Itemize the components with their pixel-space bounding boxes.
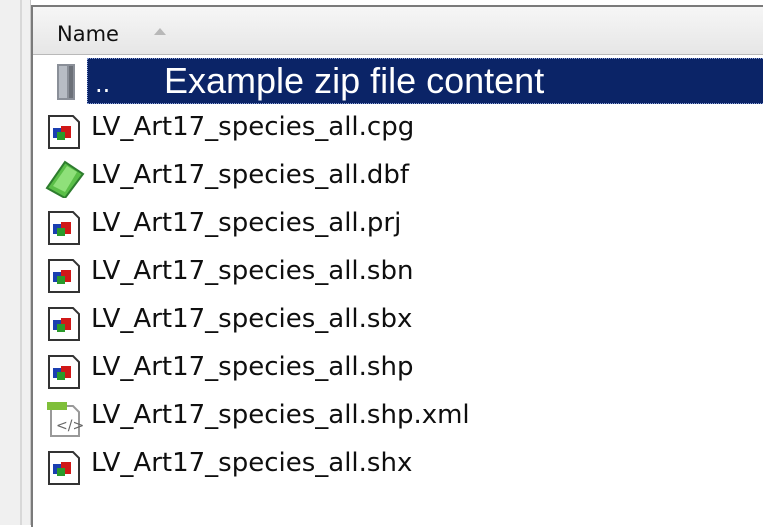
file-name: LV_Art17_species_all.shx	[91, 448, 413, 478]
file-row[interactable]: LV_Art17_species_all.prj	[33, 200, 763, 248]
file-name: LV_Art17_species_all.shp	[91, 352, 414, 382]
file-row[interactable]: LV_Art17_species_all.shx	[33, 440, 763, 488]
generic-file-icon	[48, 307, 80, 341]
generic-file-icon	[48, 211, 80, 245]
database-file-icon	[45, 160, 85, 198]
file-row[interactable]: </> LV_Art17_species_all.shp.xml	[33, 392, 763, 440]
file-row[interactable]: LV_Art17_species_all.cpg	[33, 104, 763, 152]
column-header-label: Name	[57, 22, 119, 46]
folder-icon	[57, 64, 75, 100]
file-name: LV_Art17_species_all.prj	[91, 208, 402, 238]
generic-file-icon	[48, 115, 80, 149]
column-header-name[interactable]: Name	[33, 7, 763, 55]
file-name: LV_Art17_species_all.sbn	[91, 256, 414, 286]
generic-file-icon	[48, 259, 80, 293]
file-row[interactable]: LV_Art17_species_all.sbn	[33, 248, 763, 296]
file-list-panel: Name .. Example zip file content LV_Art1…	[31, 5, 763, 527]
sort-ascending-icon	[154, 28, 166, 35]
generic-file-icon	[48, 355, 80, 389]
svg-text:</>: </>	[56, 418, 84, 434]
parent-folder-label: ..	[95, 70, 111, 98]
file-name: LV_Art17_species_all.sbx	[91, 304, 413, 334]
zip-content-caption: Example zip file content	[164, 60, 545, 101]
file-row[interactable]: LV_Art17_species_all.shp	[33, 344, 763, 392]
parent-folder-row[interactable]: .. Example zip file content	[33, 56, 763, 104]
file-row[interactable]: LV_Art17_species_all.sbx	[33, 296, 763, 344]
file-name: LV_Art17_species_all.dbf	[91, 160, 410, 190]
file-name: LV_Art17_species_all.shp.xml	[91, 400, 470, 430]
generic-file-icon	[48, 451, 80, 485]
left-pane-edge	[0, 0, 31, 525]
file-name: LV_Art17_species_all.cpg	[91, 112, 415, 142]
file-row[interactable]: LV_Art17_species_all.dbf	[33, 152, 763, 200]
xml-file-icon: </>	[47, 402, 84, 437]
